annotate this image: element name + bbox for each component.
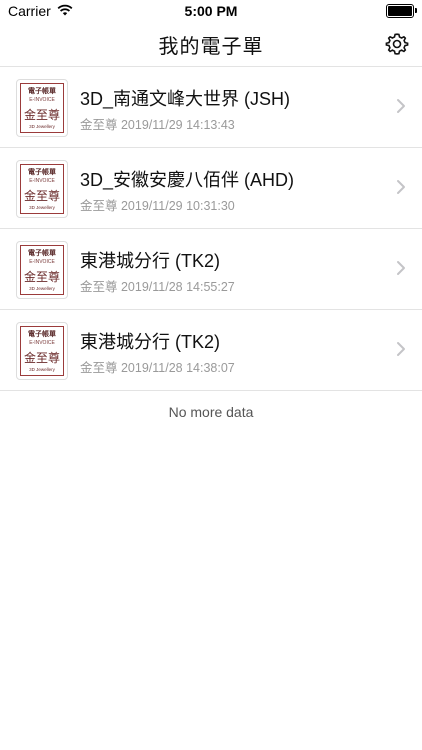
thumb-brand: 金至尊 — [23, 351, 60, 365]
thumb-sub: 3D Jewellery — [29, 205, 55, 210]
invoice-meta: 金至尊 2019/11/29 14:13:43 — [80, 118, 235, 132]
invoice-thumbnail: 電子帳單 E-INVOICE 金至尊 3D Jewellery — [16, 160, 68, 218]
invoice-meta: 金至尊 2019/11/28 14:38:07 — [80, 361, 235, 375]
thumb-brand: 金至尊 — [23, 108, 60, 122]
gear-icon — [385, 33, 409, 55]
status-bar: Carrier 5:00 PM — [0, 0, 422, 22]
list-item[interactable]: 電子帳單 E-INVOICE 金至尊 3D Jewellery 東港城分行 (T… — [0, 310, 422, 391]
chevron-right-icon — [397, 261, 405, 275]
invoice-meta: 金至尊 2019/11/29 10:31:30 — [80, 199, 235, 213]
thumb-title: 電子帳單 — [28, 169, 56, 176]
invoice-title: 3D_安徽安慶八佰伴 (AHD) — [80, 170, 295, 190]
thumb-title: 電子帳單 — [28, 331, 56, 338]
thumb-title: 電子帳單 — [28, 88, 56, 95]
list-item[interactable]: 電子帳單 E-INVOICE 金至尊 3D Jewellery 東港城分行 (T… — [0, 229, 422, 310]
thumb-brand: 金至尊 — [23, 189, 60, 203]
settings-button[interactable] — [384, 31, 410, 57]
status-time: 5:00 PM — [184, 3, 238, 19]
invoice-thumbnail: 電子帳單 E-INVOICE 金至尊 3D Jewellery — [16, 322, 68, 380]
battery-icon — [386, 4, 417, 18]
list-item[interactable]: 電子帳單 E-INVOICE 金至尊 3D Jewellery 3D_南通文峰大… — [0, 67, 422, 148]
thumb-einvoice: E-INVOICE — [29, 97, 55, 103]
invoice-list: 電子帳單 E-INVOICE 金至尊 3D Jewellery 3D_南通文峰大… — [0, 67, 422, 391]
thumb-sub: 3D Jewellery — [29, 367, 55, 372]
invoice-thumbnail: 電子帳單 E-INVOICE 金至尊 3D Jewellery — [16, 79, 68, 137]
chevron-right-icon — [397, 180, 405, 194]
thumb-einvoice: E-INVOICE — [29, 178, 55, 184]
invoice-meta: 金至尊 2019/11/28 14:55:27 — [80, 280, 235, 294]
nav-bar: 我的電子單 — [0, 22, 422, 67]
invoice-title: 東港城分行 (TK2) — [80, 332, 221, 352]
thumb-einvoice: E-INVOICE — [29, 259, 55, 265]
page-title: 我的電子單 — [158, 35, 264, 58]
chevron-right-icon — [397, 99, 405, 113]
invoice-title: 東港城分行 (TK2) — [80, 251, 221, 271]
list-item[interactable]: 電子帳單 E-INVOICE 金至尊 3D Jewellery 3D_安徽安慶八… — [0, 148, 422, 229]
no-more-data-label: No more data — [168, 404, 254, 420]
thumb-sub: 3D Jewellery — [29, 124, 55, 129]
thumb-brand: 金至尊 — [23, 270, 60, 284]
thumb-einvoice: E-INVOICE — [29, 340, 55, 346]
invoice-title: 3D_南通文峰大世界 (JSH) — [80, 89, 291, 109]
chevron-right-icon — [397, 342, 405, 356]
thumb-sub: 3D Jewellery — [29, 286, 55, 291]
invoice-thumbnail: 電子帳單 E-INVOICE 金至尊 3D Jewellery — [16, 241, 68, 299]
thumb-title: 電子帳單 — [28, 250, 56, 257]
